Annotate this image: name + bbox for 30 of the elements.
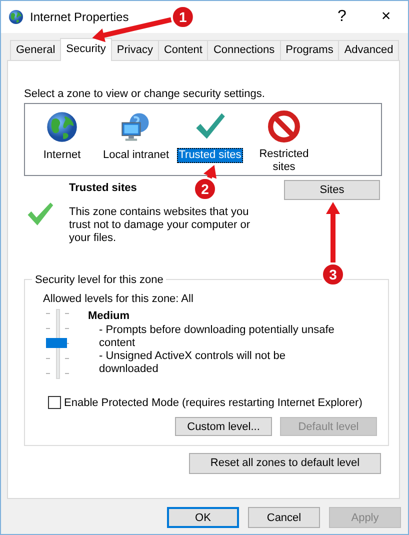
dialog-button[interactable]: Cancel	[248, 507, 320, 528]
annotation-arrow	[204, 165, 216, 179]
annotation-arrow	[326, 202, 340, 262]
close-button[interactable]: ×	[364, 7, 408, 27]
checkbox[interactable]	[48, 396, 61, 410]
dialog-button[interactable]: OK	[167, 507, 239, 528]
zone-item[interactable]: Internet	[41, 148, 83, 163]
zone-item[interactable]: Trusted sites	[176, 148, 244, 163]
reset-button[interactable]: Reset all zones to default level	[189, 452, 381, 474]
zone-item[interactable]: Local intranet	[100, 148, 172, 163]
no-entry-icon	[267, 110, 301, 143]
globe-icon	[8, 9, 24, 25]
tab[interactable]: Security	[60, 38, 112, 61]
zone-description: This zone contains websites that you trust not to damage your computer or your files.	[69, 206, 251, 244]
sites-button[interactable]: Sites	[284, 180, 380, 200]
level-name: Medium	[88, 308, 131, 324]
zone-title: Trusted sites	[69, 181, 137, 195]
level-detail: - Unsigned ActiveX controls will not be downloaded	[99, 350, 286, 376]
tab[interactable]: Advanced	[338, 40, 400, 60]
allowed-levels-text: Allowed levels for this zone: All	[43, 292, 194, 306]
level-detail: - Prompts before downloading potentially unsafe content	[99, 324, 336, 350]
window-title: Internet Properties	[30, 9, 129, 26]
globe-icon	[45, 110, 79, 144]
level-button[interactable]: Custom level...	[175, 417, 272, 436]
checkbox-label: Enable Protected Mode (requires restarting Internet Explorer)	[64, 396, 362, 410]
help-button[interactable]: ?	[320, 7, 364, 27]
zone-item[interactable]: Restricted sites	[256, 147, 312, 175]
zone-prompt: Select a zone to view or change security settings.	[24, 87, 266, 101]
tab[interactable]: General	[10, 40, 62, 60]
slider-thumb[interactable]	[46, 338, 67, 348]
